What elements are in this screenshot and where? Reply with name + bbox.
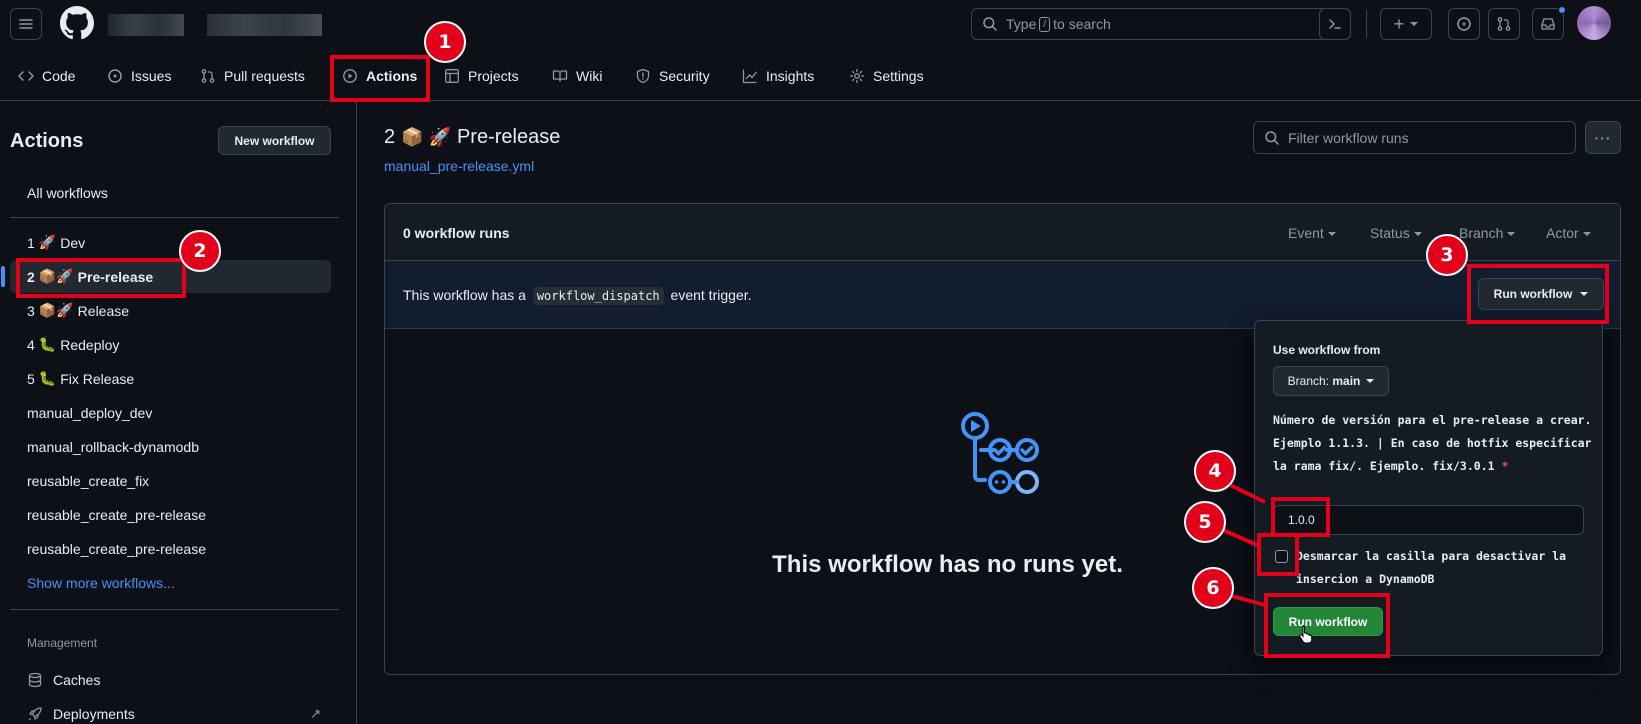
annotation-badge-6: 6 xyxy=(1192,567,1234,609)
annotation-arrows xyxy=(1222,483,1266,607)
annotation-badge-1: 1 xyxy=(424,21,466,63)
annotation-badge-4: 4 xyxy=(1194,450,1236,492)
annotation-badge-3: 3 xyxy=(1426,234,1468,276)
annotation-badge-5: 5 xyxy=(1184,501,1226,543)
annotation-badge-2: 2 xyxy=(179,230,221,272)
